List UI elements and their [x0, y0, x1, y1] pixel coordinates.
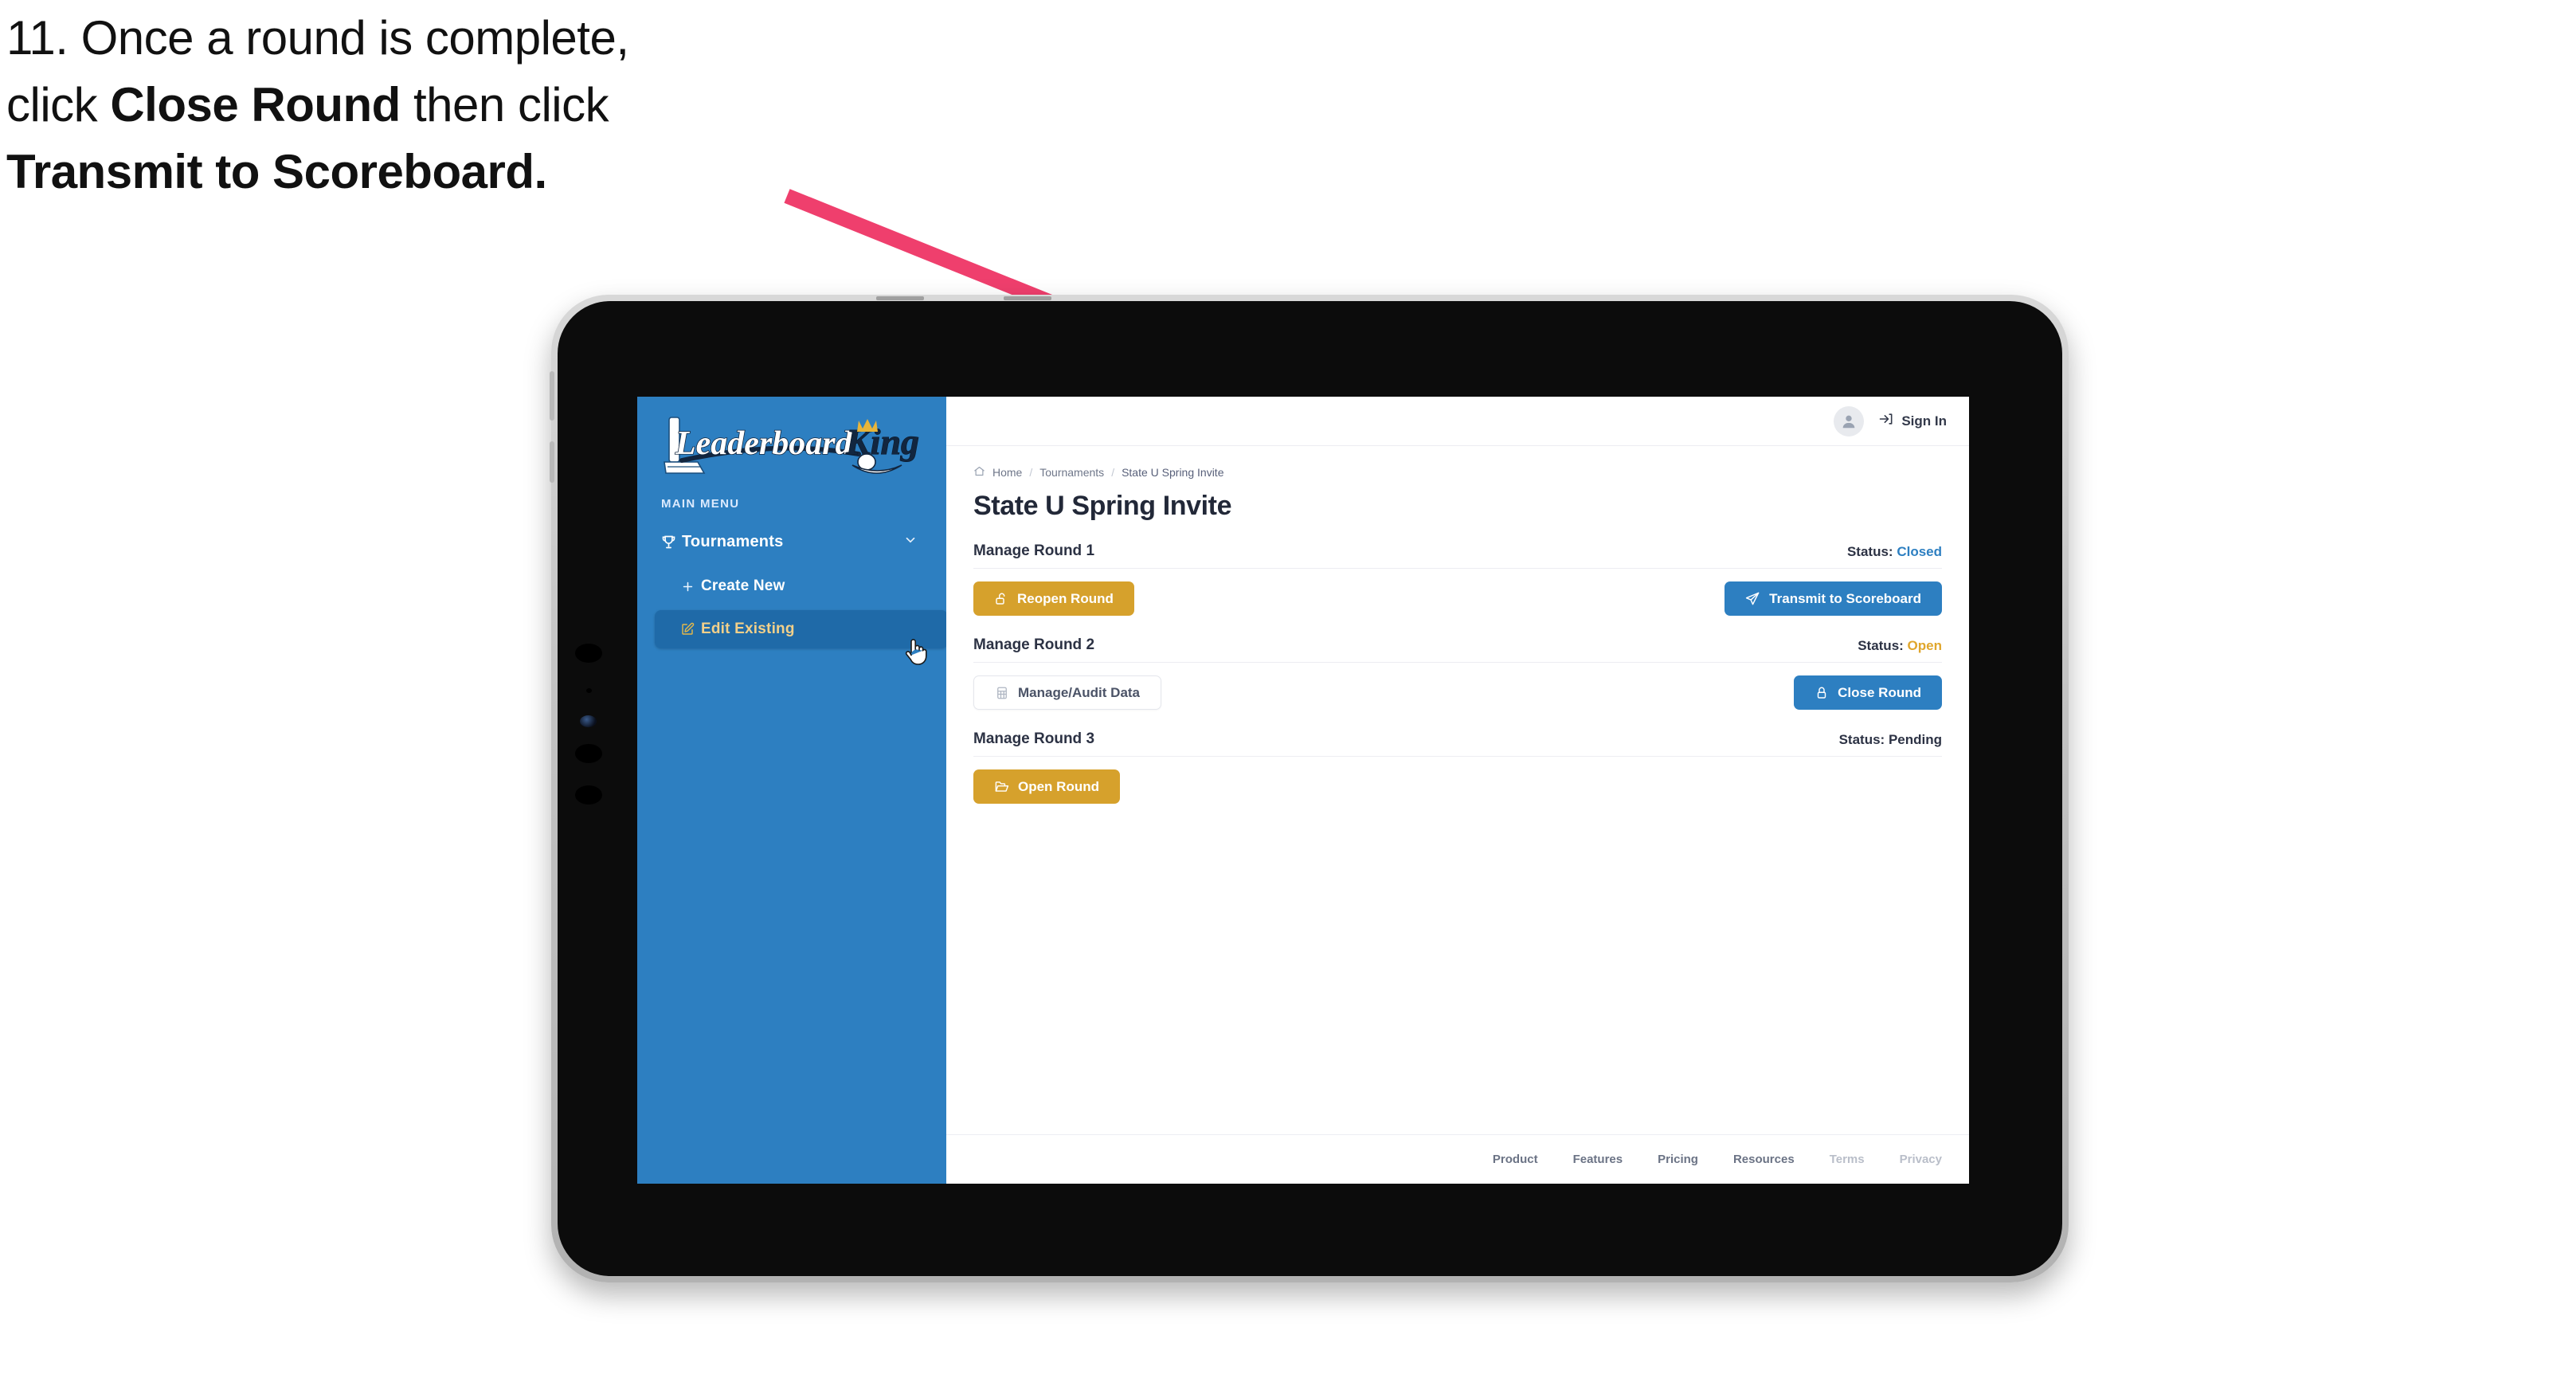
round-1-actions: Reopen Round Transmit to Scoreboard	[973, 581, 1942, 616]
tablet-device-frame: Leaderboard King MAIN MENU Tournaments C…	[550, 295, 2069, 1282]
home-icon[interactable]	[973, 465, 985, 480]
close-round-button[interactable]: Close Round	[1794, 675, 1942, 710]
round-3-header: Manage Round 3 Status: Pending	[973, 730, 1942, 757]
pointing-hand-cursor	[905, 639, 927, 665]
sign-in-label: Sign In	[1901, 413, 1947, 429]
open-round-button[interactable]: Open Round	[973, 769, 1120, 804]
sidebar-item-tournaments[interactable]: Tournaments	[655, 523, 929, 561]
speaker-dot-2-icon	[575, 785, 602, 805]
round-block-1: Manage Round 1 Status: Closed Reopen Rou…	[973, 542, 1942, 616]
top-bar: Sign In	[946, 397, 1969, 446]
round-1-status-label: Status:	[1846, 544, 1893, 559]
sidebar-item-tournaments-label: Tournaments	[682, 532, 784, 550]
round-3-status-value: Pending	[1888, 732, 1942, 747]
footer-link-pricing[interactable]: Pricing	[1658, 1153, 1698, 1166]
round-3-actions: Open Round	[973, 769, 1942, 804]
caption-line-3: Transmit to Scoreboard.	[6, 148, 883, 196]
round-1-status-value: Closed	[1897, 544, 1942, 559]
round-1-status: Status: Closed	[1847, 544, 1942, 560]
breadcrumb-item-current: State U Spring Invite	[1122, 466, 1224, 479]
caption-line-2: click Close Round then click	[6, 81, 883, 129]
footer-link-features[interactable]: Features	[1573, 1153, 1623, 1166]
chevron-down-icon[interactable]	[903, 533, 918, 551]
caption-line-1: 11. Once a round is complete,	[6, 11, 629, 65]
reopen-round-button[interactable]: Reopen Round	[973, 581, 1134, 616]
round-2-status: Status: Open	[1858, 638, 1942, 654]
breadcrumb-separator: /	[1029, 466, 1033, 479]
front-camera-icon	[575, 644, 602, 663]
sidebar-item-create-new[interactable]: Create New	[655, 567, 948, 605]
brand-logo[interactable]: Leaderboard King	[658, 409, 921, 486]
round-2-status-label: Status:	[1858, 638, 1904, 653]
trophy-icon	[655, 534, 682, 550]
round-2-header: Manage Round 2 Status: Open	[973, 636, 1942, 663]
sidebar-item-create-new-label: Create New	[701, 578, 785, 594]
page-content: Home / Tournaments / State U Spring Invi…	[946, 446, 1969, 1134]
round-1-header: Manage Round 1 Status: Closed	[973, 542, 1942, 569]
caption-line-2-post: then click	[400, 78, 609, 131]
unlock-icon	[994, 592, 1008, 606]
reopen-round-label: Reopen Round	[1017, 590, 1114, 606]
manage-audit-data-label: Manage/Audit Data	[1018, 684, 1141, 700]
transmit-to-scoreboard-label: Transmit to Scoreboard	[1769, 590, 1921, 606]
close-round-label: Close Round	[1838, 684, 1921, 700]
plus-icon	[674, 580, 701, 593]
round-2-actions: Manage/Audit Data Close Round	[973, 675, 1942, 710]
breadcrumb-item-tournaments[interactable]: Tournaments	[1039, 466, 1104, 479]
round-1-title: Manage Round 1	[973, 542, 1095, 559]
top-antenna-line-2	[1004, 296, 1051, 300]
caption-line-2-pre: click	[6, 78, 111, 131]
breadcrumb-separator: /	[1111, 466, 1115, 479]
user-avatar-icon[interactable]	[1834, 405, 1865, 437]
footer-link-privacy[interactable]: Privacy	[1900, 1153, 1942, 1166]
footer-link-product[interactable]: Product	[1493, 1153, 1538, 1166]
sign-in-button[interactable]: Sign In	[1878, 411, 1947, 431]
power-button	[550, 371, 554, 421]
speaker-dot-1-icon	[575, 744, 602, 763]
footer-links: Product Features Pricing Resources Terms…	[946, 1134, 1969, 1184]
round-block-2: Manage Round 2 Status: Open Manage/Audit…	[973, 636, 1942, 710]
round-3-status-label: Status:	[1838, 732, 1885, 747]
transmit-to-scoreboard-button[interactable]: Transmit to Scoreboard	[1725, 581, 1942, 616]
brand-word-king: King	[845, 421, 919, 462]
volume-button	[550, 441, 554, 483]
sidebar-item-edit-existing-label: Edit Existing	[701, 621, 795, 637]
instruction-caption: 11. Once a round is complete, click Clos…	[6, 14, 883, 215]
top-antenna-line-1	[876, 296, 924, 300]
caption-bold-close-round: Close Round	[110, 78, 401, 131]
paper-plane-icon	[1745, 591, 1760, 606]
main-content: Sign In Home / Tournaments / State U Spr…	[946, 397, 1969, 1184]
breadcrumb-item-home[interactable]: Home	[992, 466, 1022, 479]
footer-link-terms[interactable]: Terms	[1830, 1153, 1865, 1166]
round-2-status-value: Open	[1907, 638, 1942, 653]
table-grid-icon	[995, 686, 1009, 700]
round-2-title: Manage Round 2	[973, 636, 1095, 653]
caption-bold-transmit: Transmit to Scoreboard.	[6, 145, 547, 198]
camera-lens-icon	[580, 715, 597, 727]
footer-link-resources[interactable]: Resources	[1733, 1153, 1795, 1166]
tablet-bezel: Leaderboard King MAIN MENU Tournaments C…	[550, 296, 2062, 1276]
sign-in-arrow-icon	[1878, 411, 1894, 431]
page-title: State U Spring Invite	[973, 491, 1232, 521]
edit-pencil-icon	[674, 622, 701, 636]
open-round-label: Open Round	[1018, 778, 1099, 794]
sidebar-section-label: MAIN MENU	[661, 497, 740, 511]
round-3-status: Status: Pending	[1839, 732, 1942, 748]
round-block-3: Manage Round 3 Status: Pending Open Roun…	[973, 730, 1942, 804]
brand-word-leaderboard: Leaderboard	[675, 425, 853, 462]
tablet-screen: Leaderboard King MAIN MENU Tournaments C…	[637, 397, 1969, 1184]
breadcrumb: Home / Tournaments / State U Spring Invi…	[973, 465, 1942, 480]
lock-icon	[1815, 686, 1829, 700]
manage-audit-data-button[interactable]: Manage/Audit Data	[973, 675, 1162, 710]
sidebar: Leaderboard King MAIN MENU Tournaments C…	[637, 397, 948, 1184]
sensor-dot-icon	[586, 688, 592, 693]
round-3-title: Manage Round 3	[973, 730, 1095, 747]
open-folder-icon	[994, 779, 1009, 794]
